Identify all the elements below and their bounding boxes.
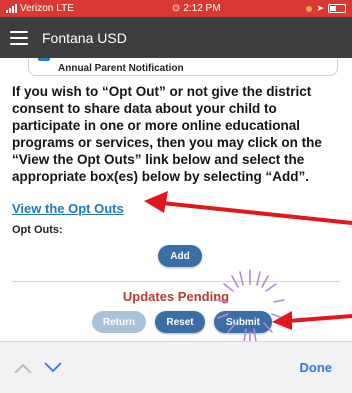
- carrier-info: Verizon LTE: [6, 3, 126, 14]
- red-arrow-to-submit: [272, 311, 352, 330]
- chevron-down-icon[interactable]: [42, 357, 64, 379]
- submit-button[interactable]: Submit: [214, 311, 272, 333]
- battery-icon: [328, 4, 346, 13]
- status-time: 2:12 PM: [183, 3, 221, 14]
- recording-dot-icon: [306, 5, 313, 12]
- network-type: LTE: [56, 3, 74, 14]
- return-button[interactable]: Return: [92, 311, 146, 333]
- divider: [12, 281, 340, 282]
- content-area: Annual Parent Notification If you wish t…: [0, 58, 352, 341]
- status-icons: ➤: [306, 3, 346, 14]
- chevron-up-icon[interactable]: [12, 357, 34, 379]
- updates-pending-text: Updates Pending: [122, 289, 230, 304]
- add-button[interactable]: Add: [158, 245, 202, 267]
- menu-icon[interactable]: [10, 30, 28, 45]
- opt-outs-label: Opt Outs:: [12, 224, 63, 236]
- red-arrow-to-link: [144, 191, 352, 225]
- opt-out-instructions: If you wish to “Opt Out” or not give the…: [12, 84, 322, 184]
- card-label: Annual Parent Notification: [58, 63, 184, 74]
- app-header: Fontana USD: [0, 17, 352, 58]
- location-icon: ➤: [316, 3, 324, 13]
- done-button[interactable]: Done: [300, 360, 333, 375]
- carrier-name: Verizon: [20, 3, 54, 14]
- screen-lock-icon: ⊙: [171, 3, 181, 14]
- signal-icon: [6, 4, 17, 13]
- reset-button[interactable]: Reset: [155, 311, 205, 333]
- view-opt-outs-link[interactable]: View the Opt Outs: [12, 201, 124, 216]
- status-bar: Verizon LTE ⊙ 2:12 PM ➤: [0, 0, 352, 17]
- keyboard-toolbar: Done: [0, 341, 352, 393]
- app-title: Fontana USD: [42, 29, 127, 46]
- clock: ⊙ 2:12 PM: [126, 3, 306, 14]
- checkbox[interactable]: [38, 58, 50, 61]
